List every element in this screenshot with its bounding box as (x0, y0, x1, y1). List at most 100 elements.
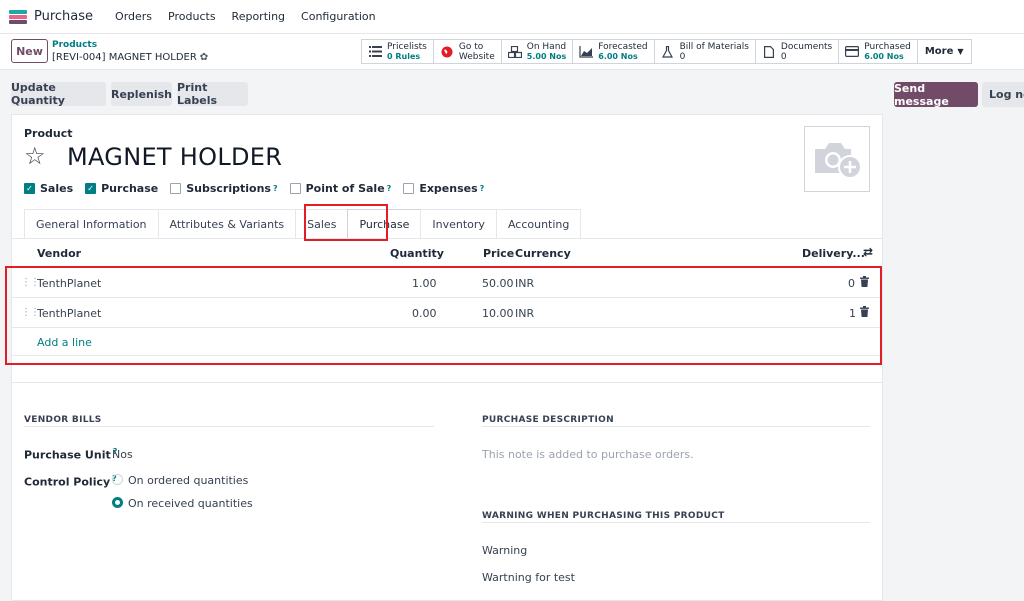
gear-icon[interactable]: ✿ (200, 52, 208, 63)
product-options: ✓ Sales ✓ Purchase Subscriptions? Point … (24, 182, 496, 195)
purchase-unit-label: Purchase Unit? (24, 447, 117, 462)
forecasted-label: Forecasted (598, 41, 648, 52)
website-label: Website (458, 51, 495, 62)
caret-down-icon: ▼ (957, 47, 964, 56)
checkbox-sales-label: Sales (40, 182, 74, 195)
radio-ordered[interactable] (112, 474, 123, 485)
col-quantity[interactable]: Quantity (390, 247, 444, 260)
checkbox-point-of-sale[interactable]: Point of Sale? (289, 182, 392, 195)
purchase-unit-field[interactable]: Nos (112, 448, 133, 461)
radio-ordered-label[interactable]: On ordered quantities (128, 474, 248, 487)
bill-of-materials-button[interactable]: Bill of Materials 0 (653, 39, 756, 64)
checkbox-purchase-label: Purchase (101, 182, 159, 195)
documents-label: Documents (780, 41, 833, 52)
flask-icon (661, 45, 675, 58)
checkbox-subscriptions-label: Subscriptions (186, 182, 271, 195)
col-currency[interactable]: Currency (515, 247, 571, 260)
purchased-label: Purchased (864, 41, 911, 52)
tab-accounting[interactable]: Accounting (495, 209, 582, 239)
radio-received[interactable] (112, 497, 123, 508)
send-message-button[interactable]: Send message (894, 82, 978, 108)
go-to-label: Go to (458, 41, 484, 52)
section-divider (12, 382, 882, 383)
star-icon[interactable]: ☆ (24, 144, 46, 168)
log-note-button[interactable]: Log not (982, 82, 1024, 107)
checkbox-purchase[interactable]: ✓ Purchase (85, 182, 158, 195)
list-icon (368, 46, 382, 58)
on-hand-label: On Hand (526, 41, 567, 52)
update-quantity-button[interactable]: Update Quantity (11, 81, 106, 107)
tab-attributes-variants[interactable]: Attributes & Variants (157, 209, 297, 239)
new-button[interactable]: New (11, 39, 48, 63)
checkbox-sales[interactable]: ✓ Sales (24, 182, 73, 195)
section-rule (482, 522, 870, 523)
check-icon: ✓ (85, 183, 97, 194)
credit-card-icon (845, 46, 860, 58)
purchase-description-field[interactable]: This note is added to purchase orders. (482, 448, 694, 461)
on-hand-button[interactable]: On Hand 5.00 Nos (500, 39, 574, 64)
checkbox-expenses-label: Expenses (419, 182, 478, 195)
pricelists-button[interactable]: Pricelists 0 Rules (361, 39, 434, 64)
vendor-bills-title: VENDOR BILLS (24, 415, 102, 425)
highlight-vendor-table (5, 266, 882, 365)
col-delivery[interactable]: Delivery... (802, 247, 865, 260)
highlight-purchase-tab (304, 204, 388, 241)
checkbox-pos-label: Point of Sale (305, 182, 385, 195)
area-chart-icon (579, 45, 594, 58)
globe-icon (440, 46, 454, 58)
col-price[interactable]: Price (483, 247, 514, 260)
column-settings-icon[interactable]: ⇄ (863, 245, 873, 259)
forecasted-button[interactable]: Forecasted 6.00 Nos (572, 39, 655, 64)
control-policy-label: Control Policy? (24, 474, 117, 489)
radio-received-label[interactable]: On received quantities (128, 497, 253, 510)
checkbox-empty (170, 183, 182, 194)
checkbox-expenses[interactable]: Expenses? (403, 182, 484, 195)
product-image[interactable] (804, 126, 870, 192)
check-icon: ✓ (24, 183, 35, 194)
pricelists-label: Pricelists (387, 41, 427, 52)
action-bar: Update Quantity Replenish Print Labels (0, 70, 1024, 114)
pricelists-value: 0 Rules (387, 51, 421, 61)
col-vendor[interactable]: Vendor (37, 247, 81, 260)
checkbox-empty (403, 183, 415, 194)
help-icon[interactable]: ? (480, 184, 485, 193)
checkbox-empty (289, 183, 301, 194)
app-name[interactable]: Purchase (34, 9, 93, 24)
purchase-description-title: PURCHASE DESCRIPTION (482, 415, 614, 425)
on-hand-value: 5.00 Nos (526, 51, 567, 61)
warning-select[interactable]: Warning (482, 544, 527, 557)
tab-inventory[interactable]: Inventory (420, 209, 497, 239)
help-icon[interactable]: ? (273, 184, 278, 193)
menu-orders[interactable]: Orders (115, 10, 152, 23)
purchase-unit-label-text: Purchase Unit (24, 448, 111, 462)
section-rule (24, 426, 434, 427)
vendor-table-header: Vendor Quantity Price Currency Delivery.… (12, 239, 882, 268)
purchased-button[interactable]: Purchased 6.00 Nos (838, 39, 918, 64)
section-rule (482, 426, 870, 427)
notebook-tabs: General Information Attributes & Variant… (24, 209, 582, 239)
go-to-website-button[interactable]: Go to Website (432, 39, 502, 64)
camera-plus-icon (815, 143, 862, 179)
more-button[interactable]: More ▼ (916, 39, 972, 64)
checkbox-subscriptions[interactable]: Subscriptions? (170, 182, 278, 195)
menu-reporting[interactable]: Reporting (232, 10, 285, 23)
help-icon[interactable]: ? (387, 184, 392, 193)
warning-message-field[interactable]: Wartning for test (482, 571, 575, 584)
menu-products[interactable]: Products (168, 10, 216, 23)
product-name[interactable]: MAGNET HOLDER (67, 143, 282, 171)
control-policy-label-text: Control Policy (24, 475, 111, 489)
top-navbar: Purchase Orders Products Reporting Confi… (0, 0, 1024, 34)
print-labels-button[interactable]: Print Labels (177, 81, 248, 107)
bom-value: 0 (679, 51, 686, 62)
more-label: More (924, 46, 954, 57)
documents-value: 0 (780, 51, 787, 62)
smart-buttons: Pricelists 0 Rules Go to Website On Hand 5.… (361, 39, 972, 64)
tab-general-information[interactable]: General Information (24, 209, 159, 239)
purchased-value: 6.00 Nos (864, 51, 904, 61)
replenish-button[interactable]: Replenish (111, 82, 172, 106)
breadcrumb-products[interactable]: Products (52, 40, 97, 50)
documents-button[interactable]: Documents 0 (754, 39, 840, 64)
purchase-app-icon[interactable] (9, 9, 27, 24)
menu-configuration[interactable]: Configuration (301, 10, 376, 23)
breadcrumb-current: [REVI-004] MAGNET HOLDER ✿ (52, 52, 208, 63)
